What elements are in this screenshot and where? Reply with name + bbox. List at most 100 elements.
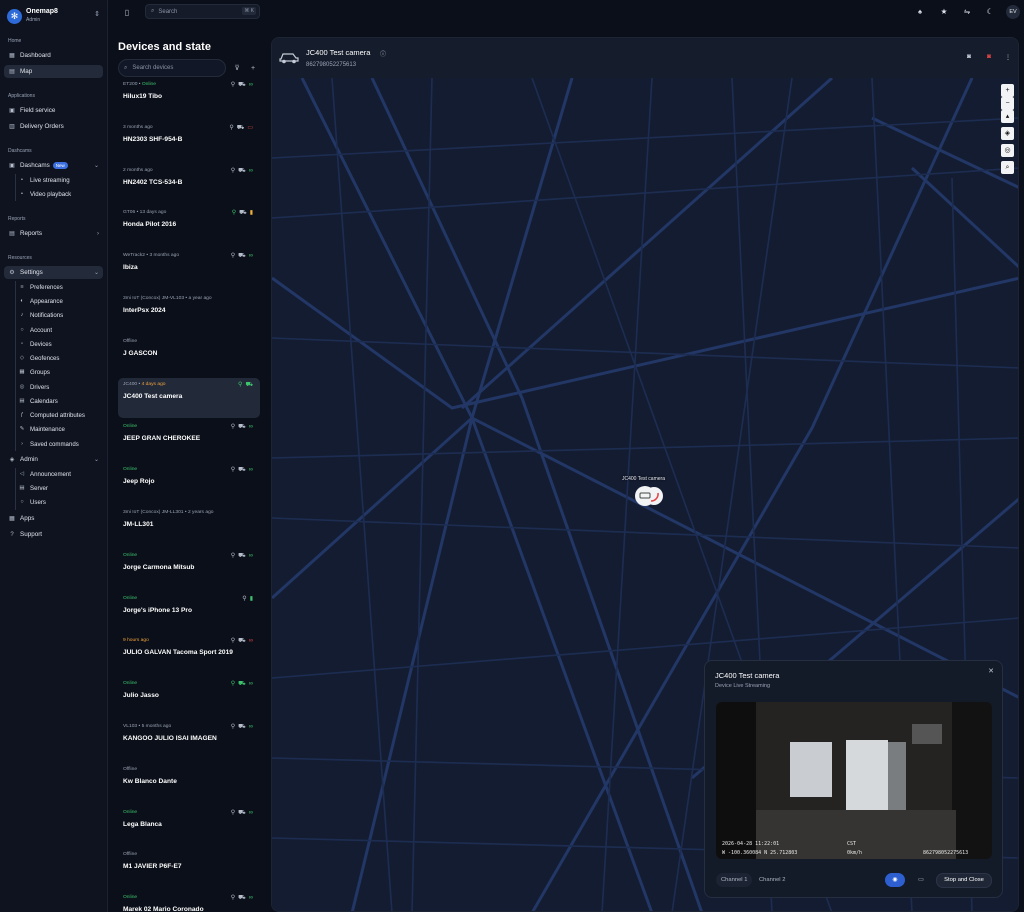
nav-reports[interactable]: ▤ Reports › <box>4 227 103 240</box>
battery-red-icon: ▭ <box>247 124 256 131</box>
compass-button[interactable]: ▴ <box>1001 110 1014 123</box>
nav-saved-commands-label: Saved commands <box>30 440 79 448</box>
nav-computed-attributes[interactable]: ƒ Computed attributes <box>18 409 103 421</box>
nav-announcement[interactable]: ◁ Announcement <box>18 468 103 480</box>
moon-icon[interactable]: ☾ <box>984 6 996 18</box>
nav-notifications[interactable]: ♪ Notifications <box>18 309 103 321</box>
megaphone-icon: ◁ <box>19 471 25 477</box>
device-row[interactable]: Online JEEP GRAN CHEROKEE ⚲⛟∞ <box>118 420 260 460</box>
device-row[interactable]: Online Jorge Carmona Mitsub ⚲⛟∞ <box>118 549 260 589</box>
camera-off-icon[interactable]: ◙ <box>984 53 994 63</box>
nav-map-label: Map <box>20 68 33 75</box>
nav-dashcams[interactable]: ▣ Dashcams New ⌄ <box>4 159 103 172</box>
device-row[interactable]: Offline M1 JAVIER P6F-E7 <box>118 848 260 888</box>
screenshot-icon[interactable]: ◉ <box>885 873 905 887</box>
device-row[interactable]: Offline Kw Blanco Dante <box>118 763 260 803</box>
device-name: Honda Pilot 2016 <box>123 221 177 229</box>
global-search[interactable]: ⌕ Search ⌘ K <box>145 4 260 19</box>
share-icon[interactable]: ⇋ <box>961 6 973 18</box>
nav-groups[interactable]: ▦ Groups <box>18 366 103 378</box>
device-status-line: Online <box>123 596 255 601</box>
shield-icon: ◈ <box>9 457 15 463</box>
add-icon[interactable]: + <box>248 64 258 74</box>
nav-server[interactable]: ▤ Server <box>18 482 103 494</box>
nav-geofences[interactable]: ◇ Geofences <box>18 352 103 364</box>
device-row[interactable]: Online Lega Blanca ⚲⛟∞ <box>118 806 260 846</box>
device-list-title: Devices and state <box>118 41 211 53</box>
star-icon[interactable]: ★ <box>938 6 950 18</box>
device-row[interactable]: 3 months ago HN2303 SHF-954-B ⚲⛟▭ <box>118 121 260 161</box>
server-icon: ▤ <box>19 485 25 491</box>
device-row[interactable]: Online Jeep Rojo ⚲⛟∞ <box>118 463 260 503</box>
nav-admin[interactable]: ◈ Admin ⌄ <box>4 453 103 466</box>
channel-1-button[interactable]: Channel 1 <box>716 873 753 887</box>
device-meta: 2 months ago <box>123 167 153 173</box>
nav-dashboard[interactable]: ▦ Dashboard <box>4 49 103 62</box>
video-camera-icon[interactable]: ◙ <box>964 53 974 63</box>
device-row[interactable]: VL103 • 5 months ago KANGOO JULIO ISAI IM… <box>118 720 260 760</box>
nav-users[interactable]: ○ Users <box>18 496 103 508</box>
org-switcher[interactable]: ✻ Onemap8 Admin ⇕ <box>7 7 103 25</box>
vehicle-marker[interactable] <box>634 485 664 507</box>
more-vert-icon[interactable]: ⋮ <box>1003 53 1013 63</box>
device-row[interactable]: Online Julio Jasso ⚲⛟∞ <box>118 677 260 717</box>
nav-devices[interactable]: ▫ Devices <box>18 338 103 350</box>
nav-drivers[interactable]: ◎ Drivers <box>18 381 103 393</box>
device-row[interactable]: Offline J GASCON <box>118 335 260 375</box>
device-name: Kw Blanco Dante <box>123 777 177 785</box>
nav-saved-commands[interactable]: › Saved commands <box>18 438 103 450</box>
channel-2-button[interactable]: Channel 2 <box>754 873 790 887</box>
device-state-icons: ⚲▮ <box>242 595 256 602</box>
nav-apps[interactable]: ▦ Apps <box>4 512 103 525</box>
zoom-in-button[interactable]: + <box>1001 84 1014 97</box>
nav-preferences[interactable]: ≡ Preferences <box>18 281 103 293</box>
apps-icon: ▦ <box>9 516 15 522</box>
device-row[interactable]: 2 months ago HN2402 TCS-534-B ⚲⛟∞ <box>118 164 260 204</box>
nav-drivers-label: Drivers <box>30 383 50 391</box>
close-icon[interactable]: ✕ <box>988 667 994 675</box>
device-row[interactable]: JC400 • 4 days ago JC400 Test camera ⚲⛟ <box>118 377 260 418</box>
search-icon: ⌕ <box>124 64 128 71</box>
link-icon: ∞ <box>248 82 256 88</box>
car-icon: ⛟ <box>238 809 249 816</box>
locate-icon[interactable]: ◎ <box>1001 144 1014 157</box>
nav-video-playback[interactable]: • Video playback <box>18 188 103 200</box>
subtitles-icon[interactable]: ▭ <box>911 873 931 887</box>
filter-icon[interactable]: ⊽ <box>232 64 242 74</box>
nav-account[interactable]: ○ Account <box>18 324 103 336</box>
nav-delivery-orders[interactable]: ▥ Delivery Orders <box>4 120 103 133</box>
map-icon: ▤ <box>9 69 15 75</box>
nav-support[interactable]: ? Support <box>4 528 103 541</box>
device-row[interactable]: WeTrack2 • 3 months ago Ibiza ⚲⛟∞ <box>118 249 260 289</box>
device-row[interactable]: GT06 • 13 days ago Honda Pilot 2016 ⚲⛟▮ <box>118 206 260 246</box>
device-row[interactable]: 3mi IoT (Concox) JM-LL301 • 2 years ago J… <box>118 506 260 546</box>
avatar[interactable]: EV <box>1006 5 1020 19</box>
nav-appearance[interactable]: ◐ Appearance <box>18 295 103 307</box>
bell-icon[interactable]: ♠ <box>914 6 926 18</box>
nav-maintenance[interactable]: ✎ Maintenance <box>18 423 103 435</box>
device-name: JEEP GRAN CHEROKEE <box>123 435 201 443</box>
device-row[interactable]: 9 hours ago JULIO GALVAN Tacoma Sport 201… <box>118 634 260 674</box>
nav-settings[interactable]: ⚙ Settings ⌄ <box>4 266 103 279</box>
video-feed[interactable]: 2026-04-28 11:22:01 CST W -100.360084 N … <box>716 702 992 859</box>
device-row[interactable]: 3mi IoT (Concox) JM-VL103 • a year ago In… <box>118 292 260 332</box>
device-row[interactable]: Online Jorge's iPhone 13 Pro ⚲▮ <box>118 592 260 632</box>
layers-icon[interactable]: ◈ <box>1001 127 1014 140</box>
nav-live-streaming[interactable]: • Live streaming <box>18 174 103 186</box>
device-name: Marek 02 Mario Coronado <box>123 906 204 912</box>
sidebar-toggle-icon[interactable]: ▯ <box>120 6 134 20</box>
app: ✻ Onemap8 Admin ⇕ Home ▦ Dashboard ▤ Map A… <box>0 0 1024 912</box>
info-icon[interactable]: ⓘ <box>380 49 386 58</box>
nav-field-service[interactable]: ▣ Field service <box>4 104 103 117</box>
device-state-icons: ⚲⛟▮ <box>232 209 256 217</box>
zoom-search-icon[interactable]: ⌕ <box>1001 161 1014 174</box>
device-row[interactable]: Online Marek 02 Mario Coronado ⚲⛟∞ <box>118 891 260 912</box>
zoom-out-button[interactable]: − <box>1001 97 1014 110</box>
device-status: Online <box>123 552 138 558</box>
nav-dashcams-label: Dashcams <box>20 162 50 169</box>
stop-and-close-button[interactable]: Stop and Close <box>936 873 992 888</box>
device-search-input[interactable]: ⌕ Search devices <box>118 59 226 77</box>
nav-map[interactable]: ▤ Map <box>4 65 103 78</box>
device-row[interactable]: ET200 • Online Hilux19 Tibo ⚲⛟∞ <box>118 81 260 118</box>
nav-calendars[interactable]: ▤ Calendars <box>18 395 103 407</box>
